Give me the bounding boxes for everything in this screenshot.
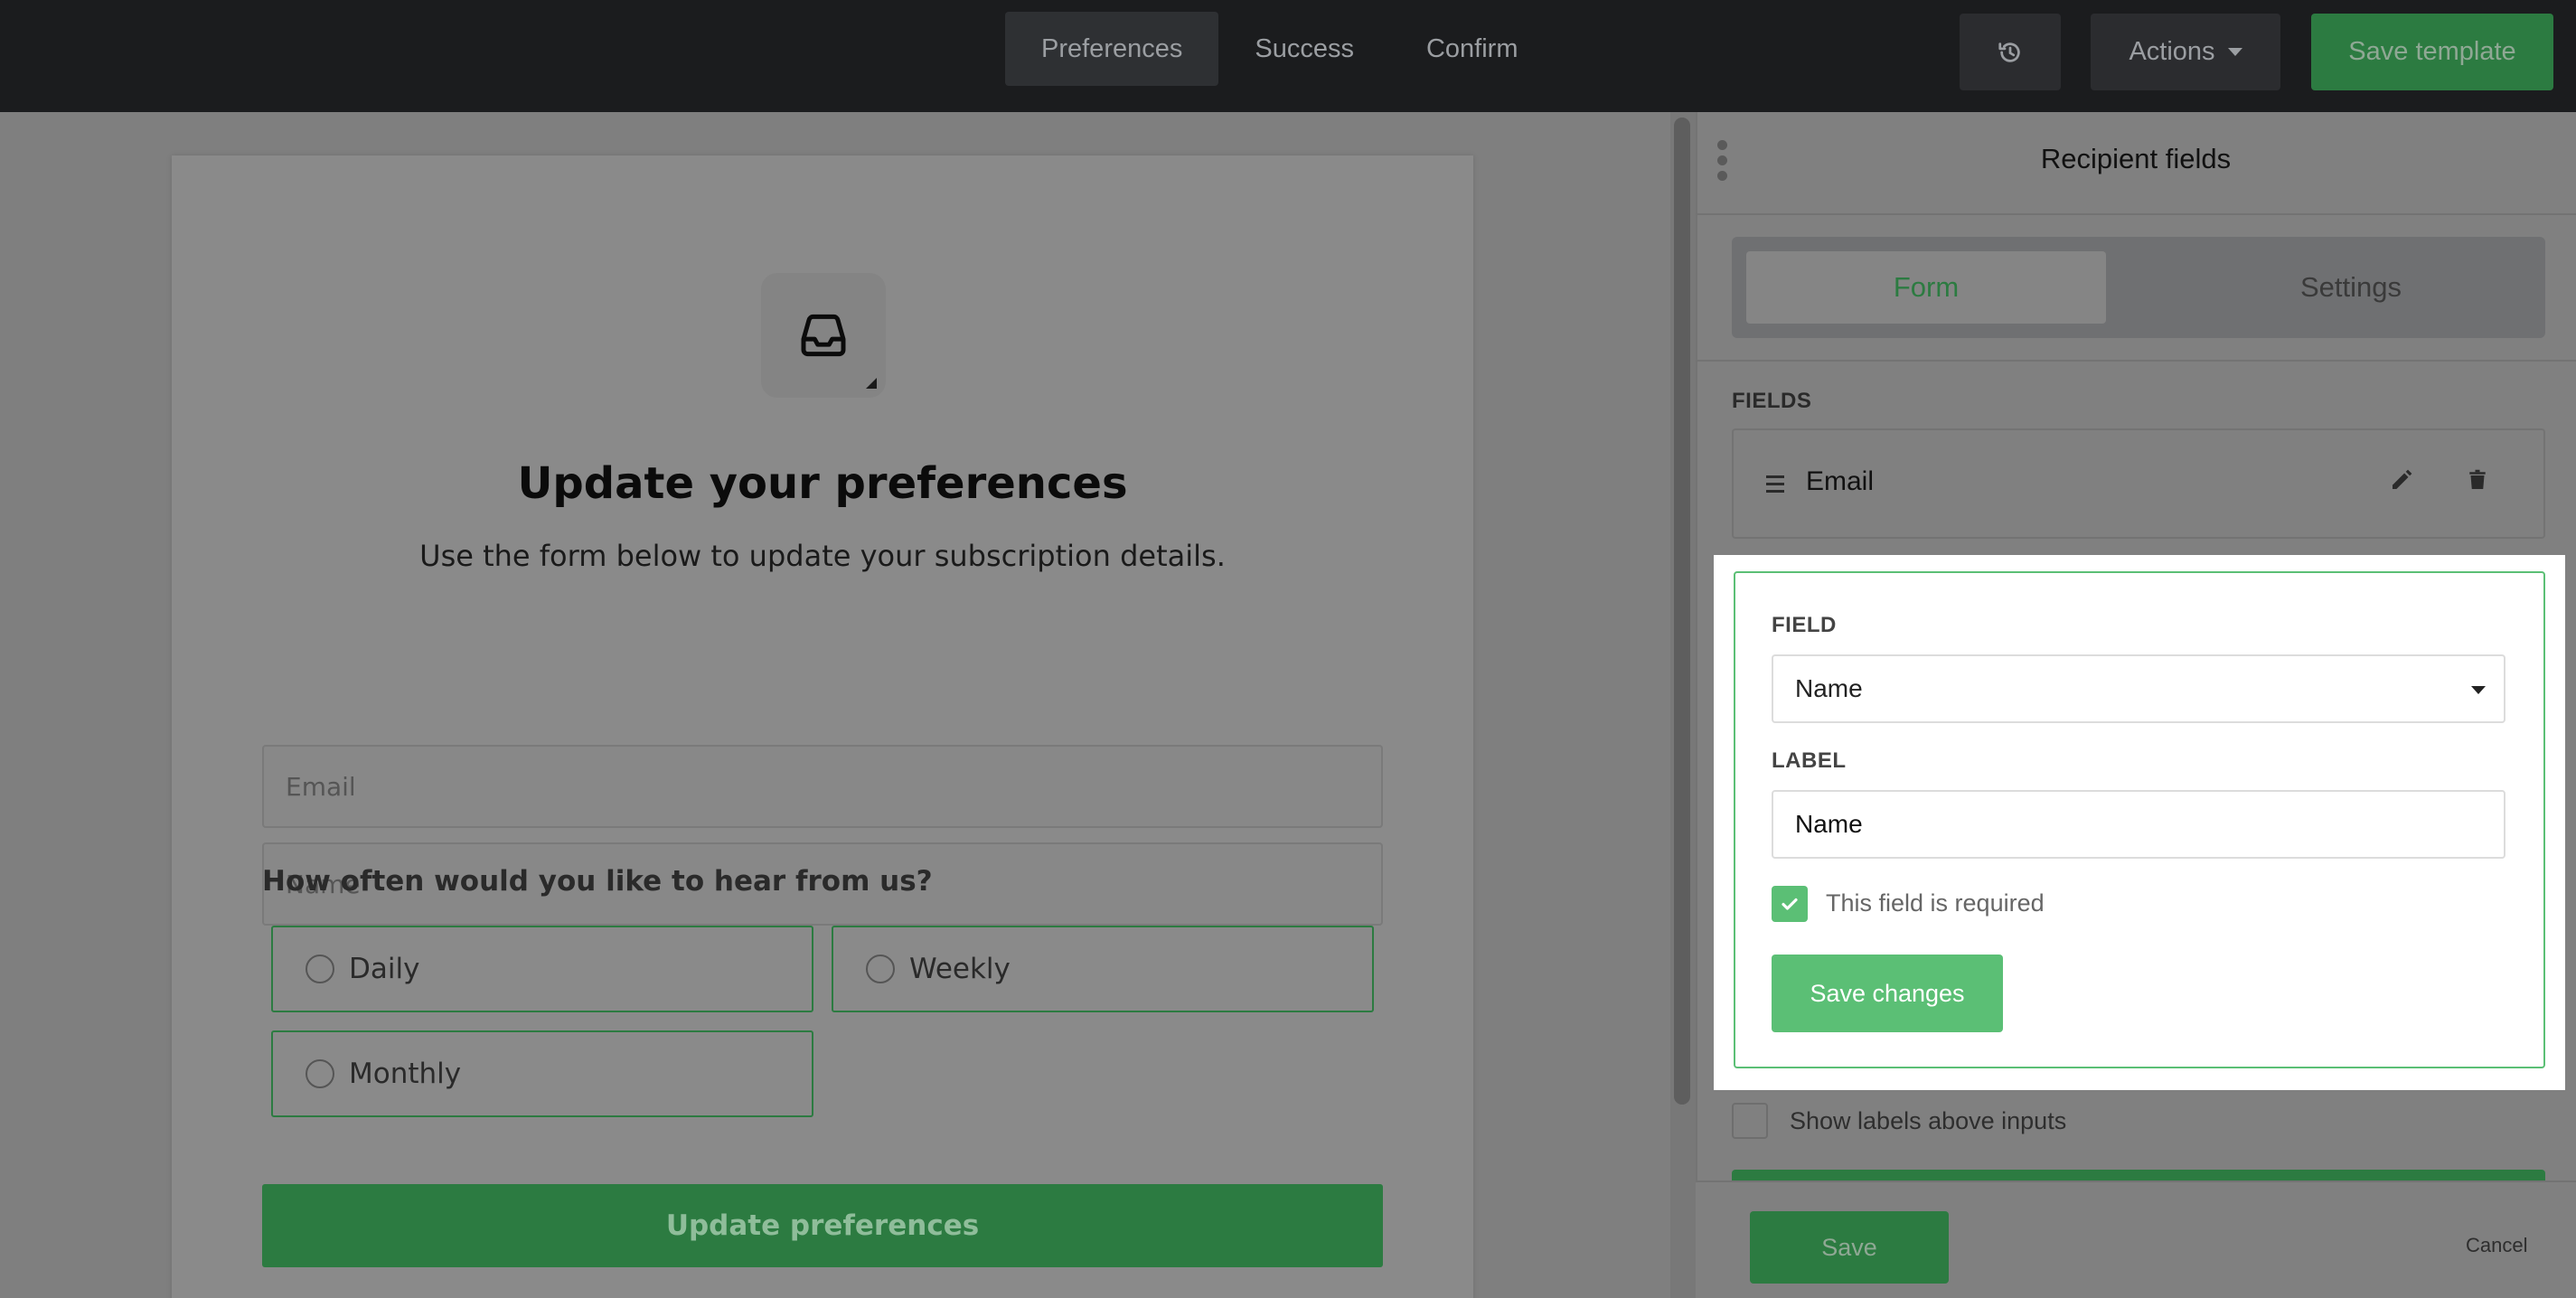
actions-label: Actions (2129, 37, 2215, 66)
panel-title: Recipient fields (2040, 143, 2232, 174)
option-label: Daily (349, 953, 420, 985)
history-icon (1998, 42, 2020, 62)
tab-form[interactable]: Form (1746, 251, 2106, 324)
update-preferences-button[interactable]: Update preferences (262, 1184, 1383, 1267)
tab-settings[interactable]: Settings (2171, 251, 2531, 324)
chevron-down-icon (2471, 686, 2486, 694)
radio-button[interactable] (306, 1059, 334, 1088)
tab-confirm[interactable]: Confirm (1390, 12, 1555, 86)
save-template-button[interactable]: Save template (2311, 14, 2553, 90)
frequency-question: How often would you like to hear from us… (262, 865, 933, 898)
actions-dropdown-button[interactable]: Actions (2091, 14, 2280, 90)
form-subtitle: Use the form below to update your subscr… (419, 539, 1226, 573)
field-name: Email (1806, 466, 1875, 496)
history-button[interactable] (1960, 14, 2061, 90)
required-label: This field is required (1826, 889, 2045, 917)
pencil-icon[interactable] (2388, 466, 2415, 494)
label-heading: LABEL (1772, 748, 1847, 773)
save-changes-button[interactable]: Save changes (1772, 955, 2003, 1032)
form-title: Update your preferences (517, 458, 1128, 509)
divider (1696, 360, 2576, 362)
resize-handle-icon[interactable] (866, 378, 877, 389)
panel-tabs: Form Settings (1732, 237, 2545, 338)
trash-icon[interactable] (2464, 466, 2491, 494)
fields-heading: FIELDS (1732, 389, 1812, 413)
tab-preferences[interactable]: Preferences (1005, 12, 1219, 86)
email-field[interactable]: Email (262, 745, 1383, 828)
field-heading: FIELD (1772, 613, 1837, 637)
inbox-icon (801, 314, 846, 357)
option-monthly[interactable]: Monthly (271, 1030, 813, 1117)
scrollbar-thumb[interactable] (1674, 118, 1690, 1105)
logo-placeholder[interactable] (761, 273, 886, 398)
field-editor: FIELD Name LABEL Name This field is requ… (1734, 571, 2545, 1068)
radio-button[interactable] (306, 955, 334, 983)
show-labels-checkbox[interactable] (1732, 1103, 1768, 1139)
save-button[interactable]: Save (1750, 1211, 1949, 1284)
show-labels-label: Show labels above inputs (1790, 1107, 2067, 1134)
option-weekly[interactable]: Weekly (832, 926, 1374, 1012)
field-select-value: Name (1795, 674, 1863, 702)
label-input[interactable]: Name (1772, 790, 2505, 859)
drag-handle-icon[interactable] (1766, 475, 1784, 493)
option-daily[interactable]: Daily (271, 926, 813, 1012)
page-tabs: Preferences Success Confirm (1005, 12, 1554, 86)
radio-button[interactable] (866, 955, 895, 983)
top-bar: Preferences Success Confirm Actions Save… (0, 0, 2576, 112)
divider (1696, 213, 2576, 215)
form-preview: Update your preferences Use the form bel… (0, 112, 1670, 1298)
field-select[interactable]: Name (1772, 654, 2505, 723)
option-label: Monthly (349, 1058, 462, 1090)
checkmark-icon (1782, 898, 1798, 910)
chevron-down-icon (2227, 48, 2242, 56)
cancel-button[interactable]: Cancel (2466, 1234, 2527, 1257)
option-label: Weekly (909, 953, 1011, 985)
tab-success[interactable]: Success (1218, 12, 1390, 86)
preview-card: Update your preferences Use the form bel… (172, 155, 1473, 1298)
required-checkbox[interactable] (1772, 886, 1808, 922)
field-row-email[interactable]: Email (1732, 428, 2545, 539)
